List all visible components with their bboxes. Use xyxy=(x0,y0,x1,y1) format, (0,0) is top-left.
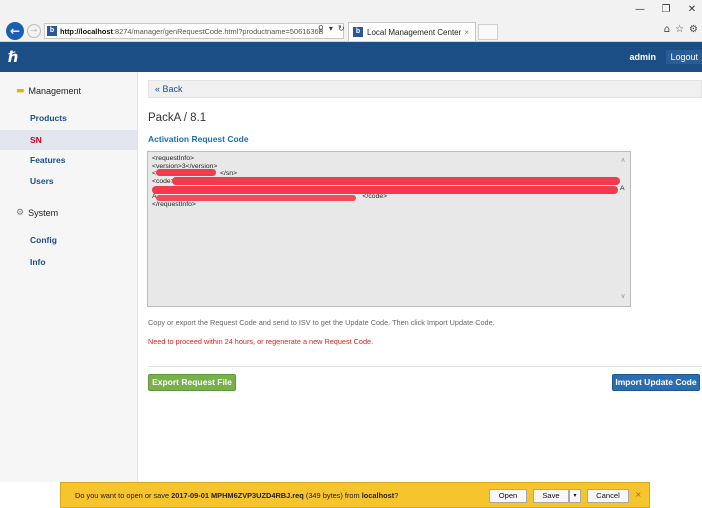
redaction-mark xyxy=(156,169,216,176)
star-icon[interactable]: ☆ xyxy=(675,24,684,35)
app-header: ℏ admin Logout xyxy=(0,42,702,72)
close-window-button[interactable]: ✕ xyxy=(686,4,698,15)
export-request-file-button[interactable]: Export Request File xyxy=(148,374,236,391)
scroll-down-icon[interactable]: ∨ xyxy=(617,293,629,301)
code-line: <version>3</version> xyxy=(152,162,218,170)
page-title: PackA / 8.1 xyxy=(148,112,207,124)
request-code-textarea[interactable]: <requestInfo> <version>3</version> < </sn… xyxy=(147,151,631,307)
scroll-up-icon[interactable]: ∧ xyxy=(617,156,629,165)
address-bar[interactable]: b http://localhost :8274/manager/genRequ… xyxy=(44,23,344,39)
code-line-end: </code> xyxy=(362,192,388,200)
section-title: Activation Request Code xyxy=(148,134,249,144)
tab-favicon-icon: b xyxy=(353,27,363,37)
download-filename: 2017-09-01 MPHM6ZVP3UZD4RBJ.req xyxy=(171,491,304,500)
sidebar-group-system[interactable]: ⚙ System xyxy=(16,208,58,218)
open-button[interactable]: Open xyxy=(489,489,527,503)
warning-text: Need to proceed within 24 hours, or rege… xyxy=(148,337,374,346)
logout-link[interactable]: Logout xyxy=(666,50,702,64)
redaction-mark xyxy=(152,186,618,194)
code-line: <requestInfo> xyxy=(152,155,194,162)
minimize-button[interactable]: — xyxy=(634,4,646,15)
window-controls: — ❐ ✕ xyxy=(634,4,698,15)
site-favicon-icon: b xyxy=(47,26,57,36)
download-suffix: ? xyxy=(394,491,399,500)
browser-tab[interactable]: b Local Management Center × xyxy=(348,22,476,41)
gear-icon[interactable]: ⚙ xyxy=(689,24,698,35)
sidebar-item-products[interactable]: Products xyxy=(0,108,137,128)
redaction-mark xyxy=(156,195,356,201)
close-icon[interactable]: × xyxy=(635,490,642,499)
back-link[interactable]: « Back xyxy=(148,80,702,98)
forward-arrow-icon[interactable]: → xyxy=(27,24,41,38)
sidebar: ▬ Management Products SN Features Users … xyxy=(0,72,138,482)
divider xyxy=(148,366,702,367)
address-path: :8274/manager/genRequestCode.html?produc… xyxy=(112,26,324,36)
textarea-scrollbar[interactable]: ∧ ∨ xyxy=(617,153,629,305)
search-icon[interactable]: ⚲ xyxy=(318,24,324,33)
address-dropdown-icon[interactable]: ▾ xyxy=(329,24,333,33)
back-arrow-icon[interactable]: ← xyxy=(6,22,24,40)
save-button[interactable]: Save xyxy=(533,489,569,503)
sidebar-item-sn[interactable]: SN xyxy=(0,130,137,150)
cancel-button[interactable]: Cancel xyxy=(587,489,629,503)
sidebar-group-management[interactable]: ▬ Management xyxy=(16,86,81,96)
download-size: (349 bytes) from xyxy=(303,491,362,500)
browser-chrome: — ❐ ✕ ← → b http://localhost :8274/manag… xyxy=(0,0,702,42)
refresh-icon[interactable]: ↻ xyxy=(338,24,345,33)
download-message: Do you want to open or save 2017-09-01 M… xyxy=(75,491,398,500)
home-icon[interactable]: ⌂ xyxy=(664,24,670,35)
code-line: </requestInfo> xyxy=(152,200,196,208)
sidebar-item-info[interactable]: Info xyxy=(0,252,137,272)
sidebar-group-label: Management xyxy=(28,86,82,96)
address-host: http://localhost xyxy=(60,26,113,36)
tab-close-icon[interactable]: × xyxy=(464,28,469,37)
address-tools: ⚲ ▾ ↻ xyxy=(318,24,345,33)
gear-icon: ⚙ xyxy=(16,208,25,218)
sidebar-item-features[interactable]: Features xyxy=(0,150,137,170)
sidebar-item-config[interactable]: Config xyxy=(0,230,137,250)
save-options-chevron-down-icon[interactable]: ▾ xyxy=(569,489,581,503)
sidebar-item-users[interactable]: Users xyxy=(0,171,137,191)
redaction-mark xyxy=(172,177,620,185)
tab-title: Local Management Center xyxy=(367,27,462,37)
download-notification-bar: Do you want to open or save 2017-09-01 M… xyxy=(60,482,650,508)
main-content: « Back PackA / 8.1 Activation Request Co… xyxy=(140,72,702,482)
import-update-code-button[interactable]: Import Update Code xyxy=(612,374,700,391)
folder-icon: ▬ xyxy=(16,86,25,96)
restore-button[interactable]: ❐ xyxy=(660,4,672,15)
app-logo-icon[interactable]: ℏ xyxy=(8,48,19,66)
browser-toolbar: ⌂ ☆ ⚙ xyxy=(664,24,698,35)
download-prefix: Do you want to open or save xyxy=(75,491,172,500)
download-source: localhost xyxy=(361,491,395,500)
instruction-text: Copy or export the Request Code and send… xyxy=(148,318,495,327)
new-tab-button[interactable] xyxy=(478,24,498,40)
user-menu[interactable]: admin xyxy=(629,52,656,62)
sidebar-group-label: System xyxy=(28,208,59,218)
